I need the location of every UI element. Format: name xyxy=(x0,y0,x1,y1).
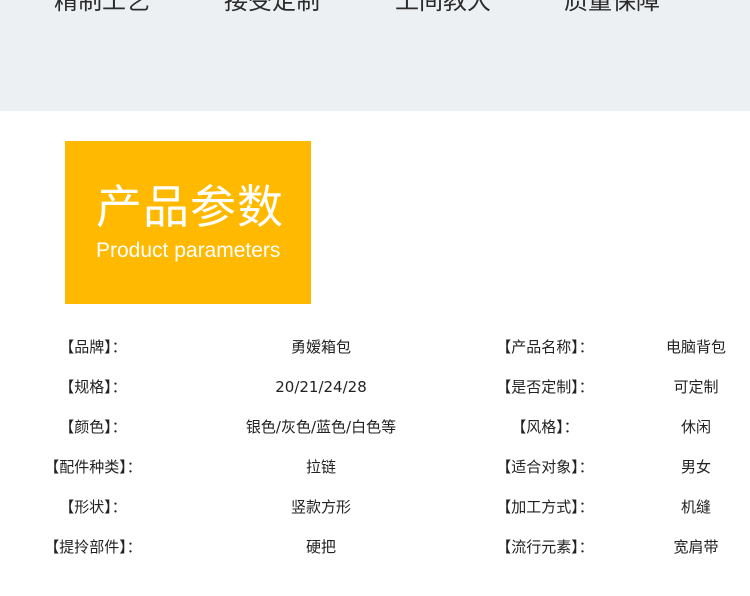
param-value: 休闲 xyxy=(680,418,711,436)
param-label: 【适合对象】： xyxy=(496,458,594,476)
param-value: 男女 xyxy=(680,458,711,476)
param-label: 【形状】： xyxy=(59,498,127,516)
param-row: 【配件种类】： 拉链 【适合对象】： 男女 xyxy=(0,447,750,487)
param-value: 电脑背包 xyxy=(665,338,726,356)
param-value: 可定制 xyxy=(673,378,719,396)
product-parameters-header: 产品参数 Product parameters xyxy=(65,141,311,304)
param-label: 【流行元素】： xyxy=(496,538,594,556)
param-label: 【是否定制】： xyxy=(496,378,594,396)
param-value: 机缝 xyxy=(680,498,711,516)
header-title-en: Product parameters xyxy=(96,239,281,262)
param-value: 银色/灰色/蓝色/白色等 xyxy=(245,418,397,436)
param-row: 【品牌】： 勇嫒箱包 【产品名称】： 电脑背包 xyxy=(0,327,750,367)
param-label: 【品牌】： xyxy=(59,338,127,356)
param-row: 【颜色】： 银色/灰色/蓝色/白色等 【风格】： 休闲 xyxy=(0,407,750,447)
param-row: 【提拎部件】： 硬把 【流行元素】： 宽肩带 xyxy=(0,527,750,567)
feature-custom: 接受定制 xyxy=(224,0,320,15)
feature-strip: 精制工艺 接受定制 工间教大 质量保障 xyxy=(0,0,750,16)
param-label: 【风格】： xyxy=(511,418,579,436)
param-value: 竖款方形 xyxy=(290,498,351,516)
param-label: 【加工方式】： xyxy=(496,498,594,516)
parameter-table: 【品牌】： 勇嫒箱包 【产品名称】： 电脑背包 【规格】： 20/21/24/2… xyxy=(0,327,750,567)
feature-quality: 质量保障 xyxy=(564,0,660,15)
param-label: 【提拎部件】： xyxy=(44,538,142,556)
feature-factory: 工间教大 xyxy=(395,0,491,15)
param-label: 【颜色】： xyxy=(59,418,127,436)
header-title-zh: 产品参数 xyxy=(96,180,284,234)
param-value: 宽肩带 xyxy=(673,538,719,556)
param-value: 硬把 xyxy=(305,538,336,556)
param-value: 拉链 xyxy=(305,458,336,476)
top-banner: 精制工艺 接受定制 工间教大 质量保障 xyxy=(0,0,750,111)
param-value: 勇嫒箱包 xyxy=(290,338,351,356)
param-label: 【规格】： xyxy=(59,378,127,396)
feature-craft: 精制工艺 xyxy=(54,0,150,15)
param-label: 【产品名称】： xyxy=(496,338,594,356)
param-row: 【规格】： 20/21/24/28 【是否定制】： 可定制 xyxy=(0,367,750,407)
param-label: 【配件种类】： xyxy=(44,458,142,476)
param-row: 【形状】： 竖款方形 【加工方式】： 机缝 xyxy=(0,487,750,527)
param-value: 20/21/24/28 xyxy=(275,378,367,396)
